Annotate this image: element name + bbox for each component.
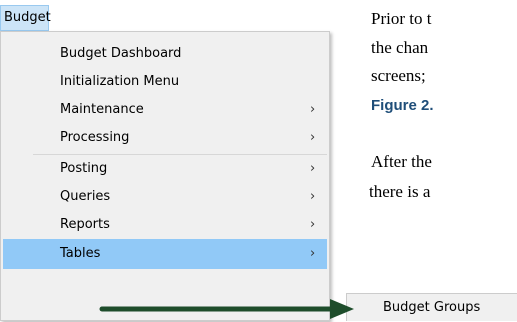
doc-text-line: Prior to t	[371, 9, 432, 28]
chevron-right-icon: ›	[310, 130, 316, 145]
menu-item-label: Reports	[60, 217, 110, 232]
chevron-right-icon: ›	[310, 161, 316, 176]
doc-text-line: screens;	[371, 66, 426, 85]
menu-item-label: Initialization Menu	[60, 74, 180, 89]
figure-reference: Figure 2.	[371, 97, 434, 114]
menu-item-posting[interactable]: Posting ›	[3, 155, 327, 183]
menu-item-budget-dashboard[interactable]: Budget Dashboard	[3, 40, 327, 68]
menu-item-queries[interactable]: Queries ›	[3, 183, 327, 211]
chevron-right-icon: ›	[310, 189, 316, 204]
menubar-budget[interactable]: Budget	[0, 5, 51, 31]
submenu-item-label: Budget Groups	[383, 300, 481, 315]
menu-item-label: Maintenance	[60, 102, 144, 117]
menu-item-label: Budget Dashboard	[60, 46, 182, 61]
menu-item-label: Processing	[60, 130, 130, 145]
chevron-right-icon: ›	[310, 217, 316, 232]
menu-item-reports[interactable]: Reports ›	[3, 211, 327, 239]
chevron-right-icon: ›	[310, 102, 316, 117]
menu-item-label: Tables	[60, 246, 101, 261]
menu-item-label: Queries	[60, 189, 111, 204]
submenu-item-budget-groups[interactable]: Budget Groups	[347, 294, 517, 322]
chevron-right-icon: ›	[310, 246, 316, 261]
menu-item-maintenance[interactable]: Maintenance ›	[3, 96, 327, 124]
budget-dropdown-menu: Budget Dashboard Initialization Menu Mai…	[0, 31, 330, 321]
doc-text-line: After the	[371, 152, 432, 171]
menu-item-tables[interactable]: Tables ›	[3, 239, 327, 269]
menu-item-processing[interactable]: Processing ›	[3, 124, 327, 152]
doc-text-line: the chan	[371, 38, 429, 57]
menu-item-label: Posting	[60, 161, 108, 176]
doc-text-line: there is a	[369, 182, 431, 201]
menubar-budget-label: Budget	[4, 10, 51, 25]
menu-item-initialization-menu[interactable]: Initialization Menu	[3, 68, 327, 96]
tables-submenu: Budget Groups	[346, 293, 517, 321]
